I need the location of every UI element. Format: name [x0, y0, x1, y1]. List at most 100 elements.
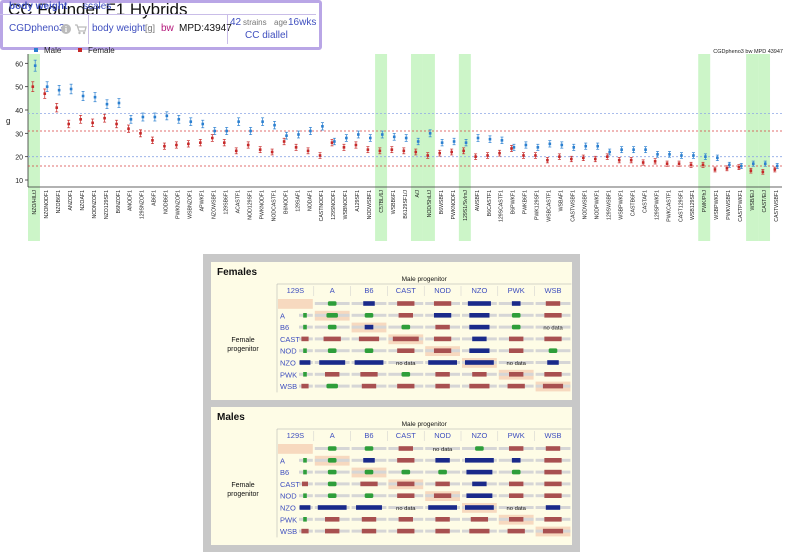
male-progenitor-A: A [330, 431, 335, 440]
y-tick-label: 50 [15, 85, 23, 92]
female-point [629, 158, 633, 162]
female-point [713, 168, 717, 171]
male-point [620, 148, 623, 151]
strain-label: NODNZOF1 [92, 190, 98, 219]
cell-dash [361, 383, 377, 389]
male-point [632, 148, 635, 151]
strain-label: NZOAF1 [80, 190, 86, 211]
cell-dash [544, 336, 562, 342]
strain-label: ACASTF1 [235, 190, 241, 213]
legend-male-label: Male [44, 46, 62, 55]
female-point [67, 122, 70, 126]
cell-dash [303, 458, 307, 463]
y-axis-label: g [6, 117, 10, 126]
cell-dash [397, 301, 415, 306]
male-point [644, 148, 647, 151]
cell-dash [317, 505, 347, 510]
cell-dash [544, 469, 562, 475]
female-point [31, 85, 35, 88]
cell-dash [301, 528, 309, 534]
male-point [692, 154, 695, 157]
strain-label: B6129SF1/J [403, 190, 409, 219]
inbred-diagonal-cell [278, 299, 313, 309]
male-point [368, 136, 372, 140]
female-progenitor-label-2: progenitor [227, 346, 259, 353]
measure-name[interactable]: body weight [92, 23, 145, 34]
dataset-link[interactable]: CGDpheno3 [9, 23, 65, 34]
dataset-cell: CGDpheno3 i [0, 15, 89, 44]
male-point [380, 133, 384, 136]
info-icon[interactable]: i [60, 23, 72, 35]
cell-dash [435, 383, 450, 389]
female-point [378, 149, 382, 153]
y-tick-label: 10 [15, 178, 23, 185]
male-progenitor-NZO: NZO [471, 431, 487, 440]
cell-dash [397, 383, 415, 389]
strain-label: NODB6F1 [164, 190, 170, 214]
cell-dash [327, 348, 337, 353]
female-point [725, 167, 729, 170]
male-progenitor-B6: B6 [364, 286, 373, 295]
male-point [321, 125, 324, 128]
cell-dash [299, 505, 311, 510]
cell-dash [303, 517, 307, 522]
female-point [139, 132, 142, 135]
male-point [81, 94, 85, 98]
cell-dash [303, 348, 307, 353]
cell-dash [545, 446, 561, 451]
strain-label: CASTPWKF1 [738, 190, 744, 222]
cell-dash [509, 336, 524, 342]
female-progenitor-WSB: WSB [280, 382, 297, 391]
cell-dash [542, 528, 564, 534]
cell-dash [470, 517, 489, 522]
male-progenitor-129S: 129S [287, 286, 305, 295]
cell-dash [356, 505, 382, 510]
cell-dash [323, 336, 341, 342]
male-progenitor-A: A [330, 286, 335, 295]
measure-abbrev: bw [161, 23, 174, 34]
strain-label: PWKB6F1 [523, 190, 529, 214]
male-point [189, 120, 193, 123]
chart-corner-label: CGDpheno3 bw MPD 43947 [713, 49, 783, 55]
strain-label: NZO129SF1 [104, 190, 110, 219]
cell-dash [364, 313, 374, 318]
male-point [297, 133, 300, 136]
strain-label: PWKCASTF1 [666, 190, 672, 222]
cell-dash [509, 517, 524, 522]
male-point [596, 144, 599, 148]
y-tick-label: 40 [15, 108, 23, 115]
strains-label: strains [243, 18, 267, 27]
strain-label: 129SB6F1 [223, 190, 229, 215]
cell-dash [435, 458, 450, 463]
male-point [392, 135, 396, 139]
panel-name[interactable]: CC diallel [245, 30, 288, 41]
female-point [79, 118, 82, 121]
female-point [318, 154, 322, 157]
cell-dash [465, 505, 494, 510]
strain-label: PWKNODF1 [259, 190, 265, 220]
female-point [570, 157, 573, 161]
cell-dash [469, 348, 490, 353]
scales-link[interactable]: scales [83, 1, 111, 12]
cell-dash [397, 528, 415, 534]
cell-dash [433, 348, 452, 353]
female-progenitor-label-2: progenitor [227, 491, 259, 498]
male-point [536, 146, 540, 149]
strain-label: B6CASTF1 [487, 190, 493, 216]
cart-icon[interactable] [74, 23, 87, 35]
female-point [282, 140, 286, 143]
male-point [464, 141, 468, 144]
male-point [452, 140, 456, 143]
strain-label: PWK/PhJ [702, 190, 708, 213]
strain-label: ANZOF1 [68, 190, 74, 211]
female-point [211, 136, 214, 140]
cell-dash [475, 446, 484, 451]
male-progenitor-NOD: NOD [434, 431, 451, 440]
measure-cell: body weight [g] bw MPD:43947 [89, 15, 232, 44]
cell-dash [325, 372, 340, 377]
strain-label: B6NZOF1 [116, 190, 122, 213]
male-point [763, 162, 767, 165]
no-data-label: no data [433, 447, 453, 453]
cell-dash [364, 348, 374, 353]
cell-dash [433, 493, 452, 498]
